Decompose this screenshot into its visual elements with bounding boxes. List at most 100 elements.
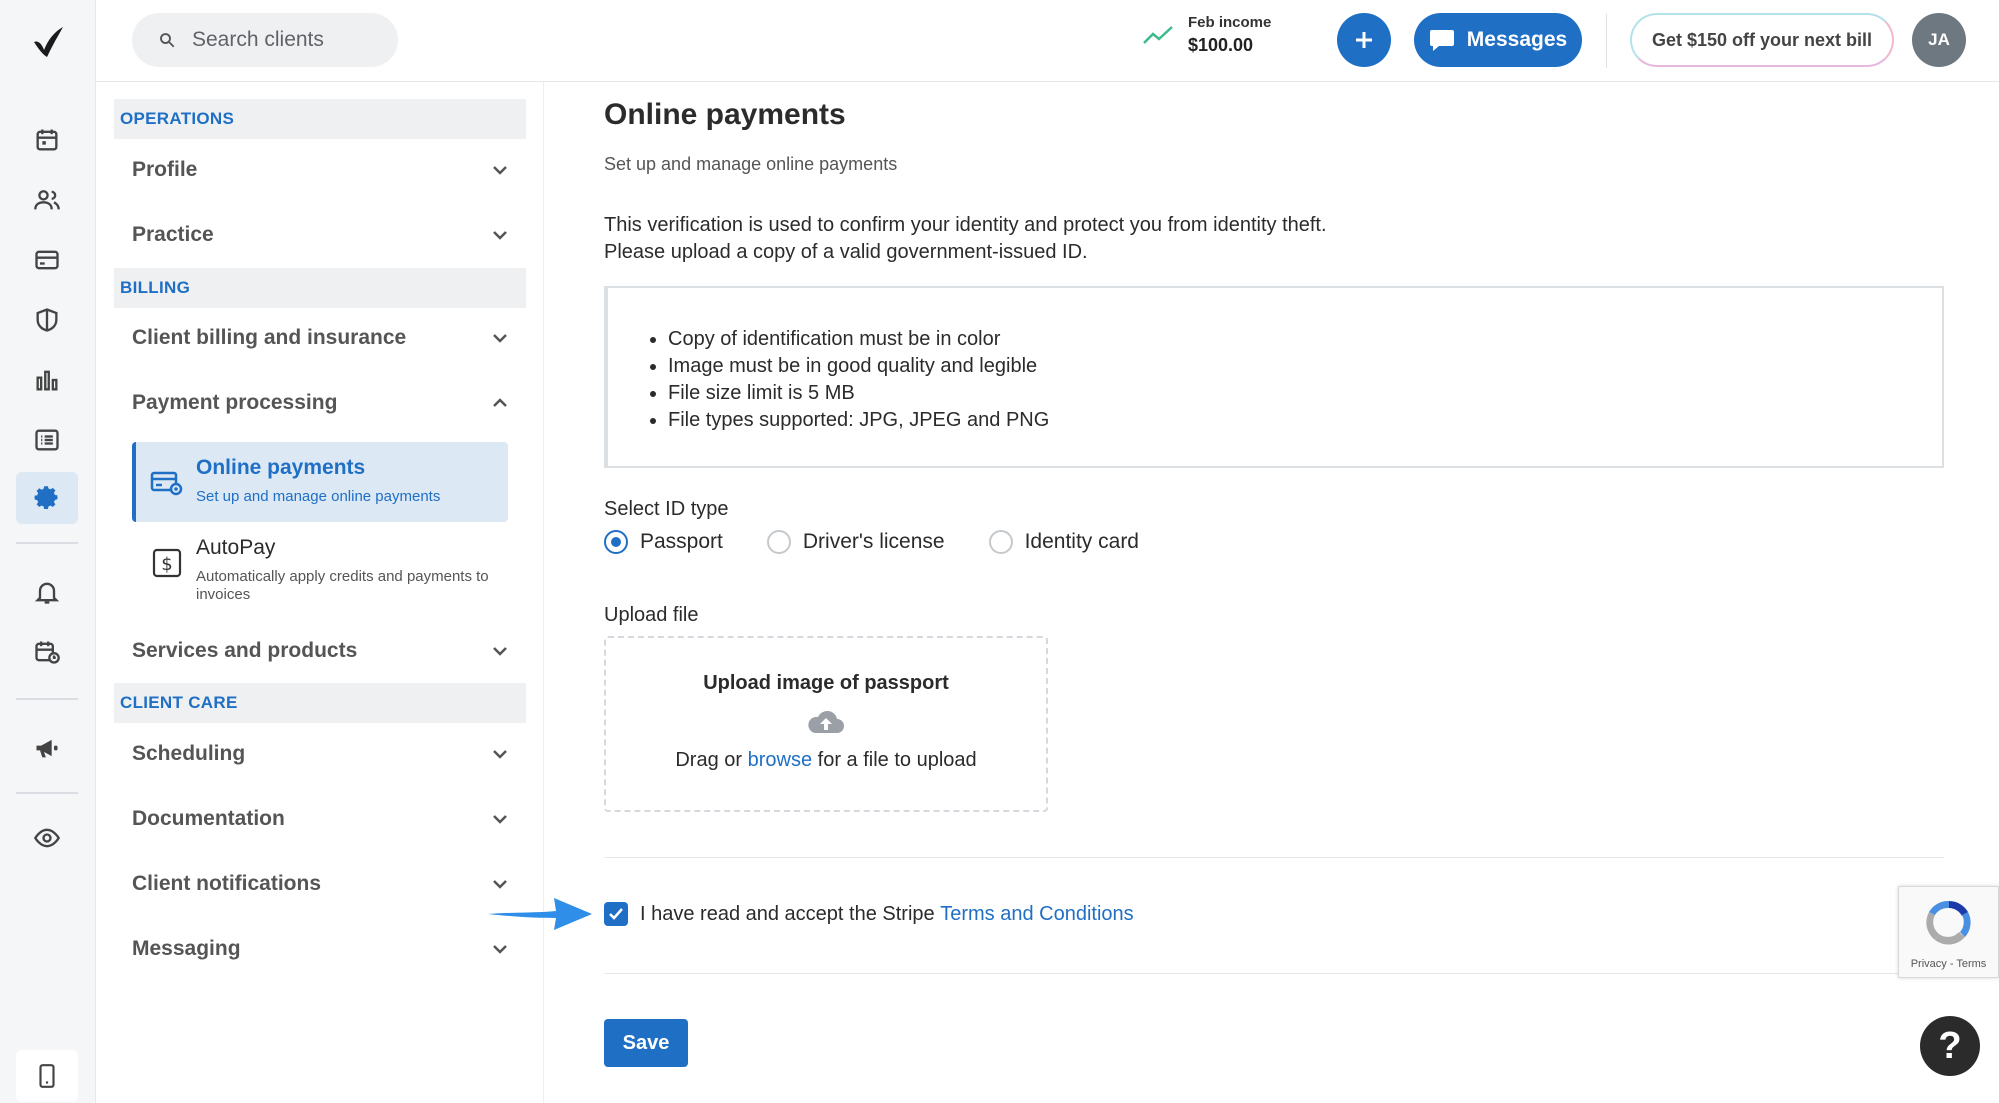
clients-icon[interactable]	[16, 174, 78, 226]
annotation-arrow-icon	[488, 898, 592, 930]
upload-label: Upload file	[604, 604, 699, 626]
radio-drivers-license[interactable]: Driver's license	[766, 530, 945, 554]
terms-acceptance: I have read and accept the Stripe Terms …	[604, 902, 1134, 926]
upload-instructions: Drag or browse for a file to upload	[606, 749, 1046, 772]
notifications-bell-icon[interactable]	[16, 566, 78, 618]
accept-text: I have read and accept the Stripe	[640, 902, 935, 925]
nav-item-client-notifications[interactable]: Client notifications	[114, 856, 526, 912]
nav-item-label: Practice	[132, 223, 214, 246]
verification-line: This verification is used to confirm you…	[604, 214, 1327, 236]
nav-item-label: Client billing and insurance	[132, 326, 407, 349]
radio-label: Driver's license	[802, 530, 945, 553]
list-item: Image must be in good quality and legibl…	[668, 353, 1942, 380]
radio-identity-card[interactable]: Identity card	[988, 530, 1139, 554]
nav-item-practice[interactable]: Practice	[114, 207, 526, 263]
radio-indicator[interactable]	[988, 530, 1013, 554]
page-subtitle: Set up and manage online payments	[604, 154, 898, 174]
radio-label: Identity card	[1024, 530, 1139, 553]
svg-text:$: $	[161, 554, 172, 575]
page-title: Online payments	[604, 98, 846, 131]
messages-button[interactable]: Messages	[1414, 13, 1582, 67]
search-input[interactable]	[192, 28, 392, 52]
top-bar: Feb income $100.00 Messages Get $150 off…	[96, 0, 1999, 82]
browse-link[interactable]: browse	[748, 749, 812, 771]
chevron-down-icon	[493, 166, 507, 175]
chevron-up-icon	[493, 398, 507, 407]
divider	[604, 857, 1944, 858]
billing-card-icon[interactable]	[16, 234, 78, 286]
radio-label: Passport	[640, 530, 723, 553]
verification-line: Please upload a copy of a valid governme…	[604, 241, 1088, 263]
recaptcha-badge[interactable]: Privacy - Terms	[1898, 886, 1999, 978]
app-logo-icon[interactable]	[28, 22, 68, 62]
marketing-megaphone-icon[interactable]	[16, 722, 78, 774]
help-button[interactable]: ?	[1920, 1016, 1980, 1076]
activity-list-icon[interactable]	[16, 414, 78, 466]
rail-divider	[16, 792, 78, 794]
messages-label: Messages	[1466, 28, 1568, 51]
nav-item-profile[interactable]: Profile	[114, 142, 526, 198]
chevron-down-icon	[493, 334, 507, 343]
rail-divider	[16, 698, 78, 700]
calendar-icon[interactable]	[16, 114, 78, 166]
nav-item-label: Scheduling	[132, 742, 246, 765]
chevron-down-icon	[493, 750, 507, 759]
online-payments-desc: Set up and manage online payments	[196, 488, 441, 505]
nav-item-services-products[interactable]: Services and products	[114, 623, 526, 679]
recaptcha-logo-icon	[1925, 900, 1971, 945]
sub-item-online-payments[interactable]: Online payments Set up and manage online…	[132, 442, 508, 522]
terms-link[interactable]: Terms and Conditions	[940, 903, 1133, 926]
id-type-label: Select ID type	[604, 498, 729, 520]
chevron-down-icon	[493, 647, 507, 656]
mobile-app-icon[interactable]	[16, 1050, 78, 1102]
nav-item-label: Documentation	[132, 807, 285, 830]
settings-sidebar: OPERATIONS Profile Practice BILLING Clie…	[96, 82, 544, 1103]
section-header-client-care: CLIENT CARE	[114, 683, 526, 723]
cloud-upload-icon	[808, 710, 844, 733]
chevron-down-icon	[493, 815, 507, 824]
reminders-calendar-icon[interactable]	[16, 626, 78, 678]
radio-passport[interactable]: Passport	[604, 530, 723, 554]
terms-checkbox[interactable]	[604, 902, 628, 926]
chevron-down-icon	[493, 945, 507, 954]
section-header-billing: BILLING	[114, 268, 526, 308]
nav-item-scheduling[interactable]: Scheduling	[114, 726, 526, 782]
verification-text: This verification is used to confirm you…	[604, 212, 1327, 266]
online-payments-title: Online payments	[196, 456, 366, 479]
nav-item-label: Payment processing	[132, 391, 338, 414]
income-summary[interactable]: Feb income $100.00	[1142, 14, 1271, 56]
nav-item-payment-processing[interactable]: Payment processing	[114, 375, 526, 431]
nav-item-client-billing[interactable]: Client billing and insurance	[114, 310, 526, 366]
settings-gear-icon[interactable]	[16, 472, 78, 524]
trend-up-icon	[1143, 26, 1173, 44]
save-button[interactable]: Save	[604, 1019, 688, 1067]
plus-icon	[1356, 32, 1372, 48]
chevron-down-icon	[493, 880, 507, 889]
upload-rest-text: for a file to upload	[817, 749, 977, 771]
income-value: $100.00	[1188, 35, 1254, 55]
requirements-box: Copy of identification must be in color …	[604, 286, 1944, 468]
section-header-operations: OPERATIONS	[114, 99, 526, 139]
radio-indicator[interactable]	[766, 530, 791, 554]
upload-drag-text: Drag or	[675, 749, 743, 771]
upload-title: Upload image of passport	[703, 672, 949, 694]
nav-item-messaging[interactable]: Messaging	[114, 921, 526, 977]
nav-item-label: Profile	[132, 158, 198, 181]
sub-item-autopay[interactable]: $ AutoPay Automatically apply credits an…	[132, 522, 508, 603]
radio-indicator[interactable]	[604, 530, 628, 554]
analytics-chart-icon[interactable]	[16, 354, 78, 406]
nav-item-documentation[interactable]: Documentation	[114, 791, 526, 847]
create-new-button[interactable]	[1337, 13, 1391, 67]
requirements-list: Copy of identification must be in color …	[668, 326, 1942, 434]
search-box[interactable]	[132, 13, 398, 67]
list-item: File size limit is 5 MB	[668, 380, 1942, 407]
recaptcha-text[interactable]: Privacy - Terms	[1899, 958, 1998, 970]
preview-eye-icon[interactable]	[16, 812, 78, 864]
nav-item-label: Client notifications	[132, 872, 321, 895]
insurance-shield-icon[interactable]	[16, 294, 78, 346]
divider	[604, 973, 1944, 974]
autopay-title: AutoPay	[196, 536, 276, 559]
avatar[interactable]: JA	[1912, 13, 1966, 67]
upload-dropzone[interactable]: Upload image of passport Drag or browse …	[604, 636, 1048, 812]
promo-button[interactable]: Get $150 off your next bill	[1630, 13, 1894, 67]
